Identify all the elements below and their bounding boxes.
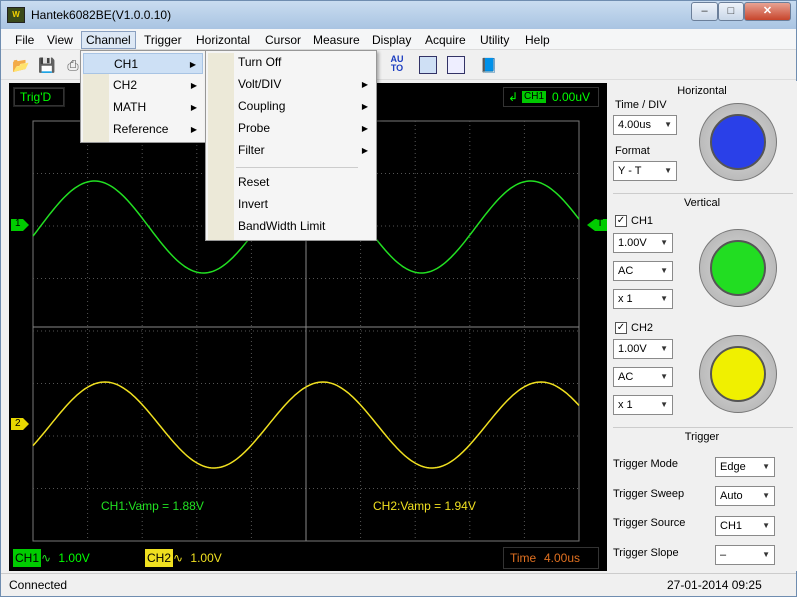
ch1-submenu: Turn Off Volt/DIV ▶ Coupling ▶ Probe ▶ Filt… <box>205 50 377 241</box>
ch2-enable-checkbox[interactable]: ✓ <box>615 322 627 334</box>
trigger-slope-select[interactable]: – <box>715 545 775 565</box>
timebase-knob[interactable] <box>699 103 777 181</box>
connection-status: Connected <box>9 578 68 592</box>
app-logo-icon: W <box>7 7 25 23</box>
scope-status-bar: CH1 ∿ 1.00V CH2 ∿ 1.00V Time 4.00us <box>9 545 607 571</box>
ch1-marker-label: 1 <box>15 218 21 229</box>
format-label: Format <box>615 145 650 157</box>
ch2-measurement: CH2:Vamp = 1.94V <box>373 499 476 513</box>
menu-item-coupling[interactable]: Coupling ▶ <box>208 96 374 117</box>
menu-bar: File View Channel Trigger Horizontal Cur… <box>1 29 796 50</box>
ch1-enable-checkbox[interactable]: ✓ <box>615 215 627 227</box>
ch2-probe-select[interactable]: x 1 <box>613 395 673 415</box>
menu-trigger[interactable]: Trigger <box>140 32 186 48</box>
menu-item-turn-off[interactable]: Turn Off <box>208 52 374 73</box>
book-icon[interactable]: 📘 <box>479 55 499 75</box>
time-div-label: Time / DIV <box>615 99 667 111</box>
timebase-readout: Time 4.00us <box>503 547 599 569</box>
menu-item-invert[interactable]: Invert <box>208 194 374 215</box>
menu-item-filter[interactable]: Filter ▶ <box>208 140 374 161</box>
menu-file[interactable]: File <box>11 32 38 48</box>
trigger-mode-select[interactable]: Edge <box>715 457 775 477</box>
trigger-title: Trigger <box>684 431 720 443</box>
menu-item-ch1[interactable]: CH1 ▶ <box>83 53 203 74</box>
menu-channel[interactable]: Channel <box>81 31 136 49</box>
ch2-marker-label: 2 <box>15 418 21 429</box>
menu-item-math[interactable]: MATH ▶ <box>83 97 203 118</box>
menu-item-reset[interactable]: Reset <box>208 172 374 193</box>
ch2-volts-div: 1.00V <box>190 551 222 565</box>
status-bar: Connected 27-01-2014 09:25 <box>1 573 796 596</box>
menu-measure[interactable]: Measure <box>309 32 364 48</box>
ch2-volts-knob[interactable] <box>699 335 777 413</box>
menu-item-volt-div[interactable]: Volt/DIV ▶ <box>208 74 374 95</box>
menu-display[interactable]: Display <box>368 32 415 48</box>
menu-horizontal[interactable]: Horizontal <box>192 32 254 48</box>
ch2-coupling-select[interactable]: AC <box>613 367 673 387</box>
trigger-marker-label: T <box>597 218 604 229</box>
ch1-badge-label: CH1 <box>13 549 42 567</box>
ch1-volts-select[interactable]: 1.00V <box>613 233 673 253</box>
menu-help[interactable]: Help <box>521 32 554 48</box>
ch2-label: CH2 <box>631 322 654 334</box>
window-title: Hantek6082BE(V1.0.0.10) <box>31 8 172 22</box>
time-value: 4.00us <box>544 551 581 565</box>
ch2-badge-label: CH2 <box>145 549 174 567</box>
ch1-volts-knob[interactable] <box>699 229 777 307</box>
time-label: Time <box>510 551 537 565</box>
menu-item-probe[interactable]: Probe ▶ <box>208 118 374 139</box>
control-panel: Horizontal Time / DIV 4.00us Format Y - … <box>607 81 797 571</box>
save-icon[interactable]: 💾 <box>37 55 57 75</box>
screen-icon[interactable] <box>419 56 437 74</box>
menu-view[interactable]: View <box>43 32 77 48</box>
trigger-sweep-select[interactable]: Auto <box>715 486 775 506</box>
menu-acquire[interactable]: Acquire <box>421 32 470 48</box>
ch1-probe-select[interactable]: x 1 <box>613 289 673 309</box>
ch1-scale-badge: CH1 ∿ 1.00V <box>13 549 90 567</box>
menu-item-ch2[interactable]: CH2 ▶ <box>83 75 203 96</box>
horizontal-title: Horizontal <box>677 85 727 97</box>
ch1-coupling-select[interactable]: AC <box>613 261 673 281</box>
menu-utility[interactable]: Utility <box>476 32 513 48</box>
ch1-volts-div: 1.00V <box>58 551 90 565</box>
trigger-slope-label: Trigger Slope <box>613 547 679 559</box>
trigger-source-label: Trigger Source <box>613 517 686 529</box>
ch2-scale-badge: CH2 ∿ 1.00V <box>145 549 222 567</box>
format-select[interactable]: Y - T <box>613 161 677 181</box>
title-bar: W Hantek6082BE(V1.0.0.10) – □ ✕ <box>1 1 796 29</box>
menu-item-reference[interactable]: Reference ▶ <box>83 119 203 140</box>
menu-separator <box>236 167 358 168</box>
trigger-mode-label: Trigger Mode <box>613 458 679 470</box>
window-layout-icon[interactable] <box>447 56 465 74</box>
menu-item-bandwidth-limit[interactable]: BandWidth Limit <box>208 216 374 237</box>
app-window: W Hantek6082BE(V1.0.0.10) – □ ✕ File Vie… <box>0 0 797 597</box>
close-button[interactable]: ✕ <box>744 2 791 21</box>
open-folder-icon[interactable]: 📂 <box>11 55 31 75</box>
ch2-volts-select[interactable]: 1.00V <box>613 339 673 359</box>
maximize-button[interactable]: □ <box>718 2 744 21</box>
trigger-source-select[interactable]: CH1 <box>715 516 775 536</box>
vertical-title: Vertical <box>683 197 721 209</box>
status-datetime: 27-01-2014 09:25 <box>667 578 762 592</box>
time-div-select[interactable]: 4.00us <box>613 115 677 135</box>
minimize-button[interactable]: – <box>691 2 718 21</box>
auto-icon[interactable]: AU TO <box>386 55 408 75</box>
trigger-sweep-label: Trigger Sweep <box>613 488 685 500</box>
ch1-measurement: CH1:Vamp = 1.88V <box>101 499 204 513</box>
ch1-label: CH1 <box>631 215 654 227</box>
channel-menu: CH1 ▶ CH2 ▶ MATH ▶ Reference ▶ <box>80 50 206 143</box>
menu-cursor[interactable]: Cursor <box>261 32 305 48</box>
